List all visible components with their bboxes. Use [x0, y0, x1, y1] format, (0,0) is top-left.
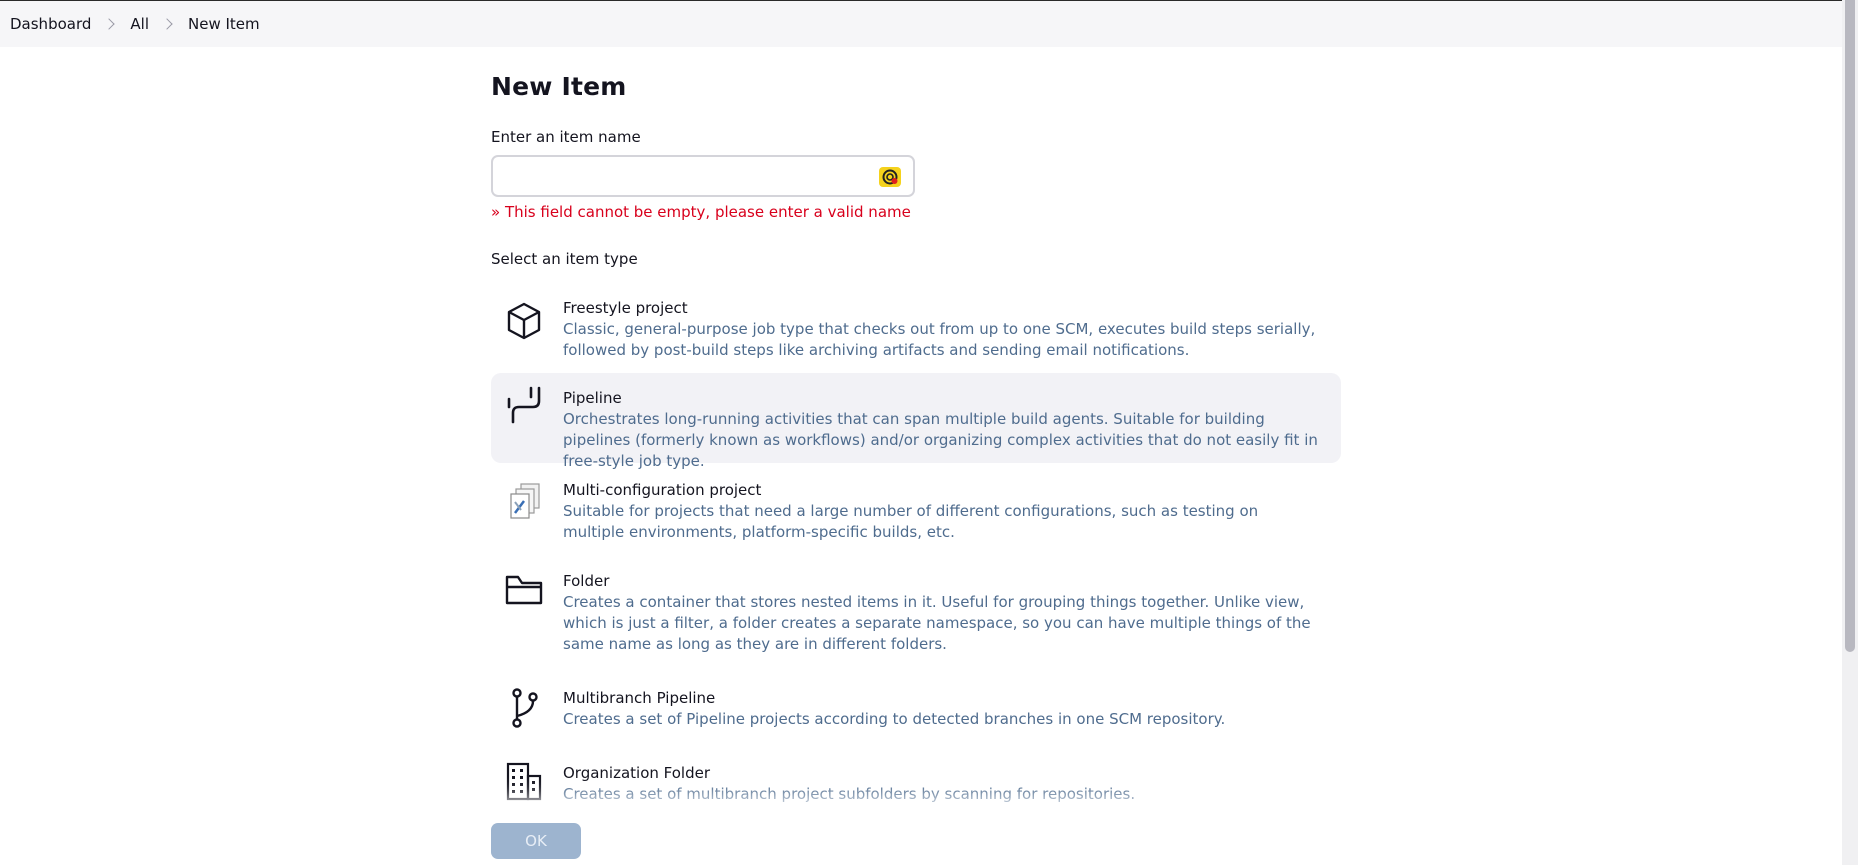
cube-icon — [505, 301, 543, 341]
breadcrumb-new-item[interactable]: New Item — [188, 15, 260, 33]
branch-icon — [505, 688, 543, 728]
top-bar: Dashboard All New Item — [0, 0, 1842, 47]
item-title: Pipeline — [563, 389, 622, 407]
extension-icon[interactable] — [879, 167, 901, 187]
scrollbar[interactable] — [1842, 0, 1858, 865]
breadcrumb-dashboard[interactable]: Dashboard — [10, 15, 91, 33]
item-type-multibranch-pipeline[interactable]: Multibranch Pipeline Creates a set of Pi… — [491, 674, 1341, 744]
item-description: Creates a container that stores nested i… — [563, 593, 1311, 653]
item-name-input[interactable] — [503, 157, 867, 195]
building-icon — [505, 761, 543, 801]
item-type-folder[interactable]: Folder Creates a container that stores n… — [491, 557, 1341, 667]
item-title: Multi-configuration project — [563, 481, 762, 499]
item-description: Orchestrates long-running activities tha… — [563, 410, 1318, 470]
item-description: Classic, general-purpose job type that c… — [563, 320, 1316, 359]
breadcrumb: Dashboard All New Item — [10, 15, 260, 33]
folder-icon — [505, 569, 543, 609]
item-type-pipeline[interactable]: Pipeline Orchestrates long-running activ… — [491, 373, 1341, 470]
page-title: New Item — [491, 72, 627, 101]
chevron-right-icon — [103, 18, 116, 30]
item-title: Organization Folder — [563, 764, 711, 782]
item-type-multi-configuration[interactable]: Multi-configuration project Suitable for… — [491, 466, 1341, 554]
item-type-label: Select an item type — [491, 250, 638, 268]
multi-config-icon — [505, 482, 543, 522]
item-type-organization-folder[interactable]: Organization Folder Creates a set of mul… — [491, 749, 1341, 811]
breadcrumb-all[interactable]: All — [130, 15, 149, 33]
item-title: Folder — [563, 572, 610, 590]
item-title: Multibranch Pipeline — [563, 689, 716, 707]
scrollbar-thumb[interactable] — [1845, 0, 1855, 652]
pipeline-icon — [505, 385, 543, 425]
chevron-right-icon — [161, 18, 173, 30]
name-error-message: » This field cannot be empty, please ent… — [491, 203, 911, 221]
item-description: Creates a set of multibranch project sub… — [563, 785, 1136, 803]
item-name-field[interactable] — [491, 155, 915, 197]
item-title: Freestyle project — [563, 299, 688, 317]
bottom-action-bar: OK — [491, 808, 1361, 865]
ok-button[interactable]: OK — [491, 823, 581, 859]
item-description: Suitable for projects that need a large … — [563, 502, 1259, 541]
item-description: Creates a set of Pipeline projects accor… — [563, 710, 1226, 728]
item-type-freestyle[interactable]: Freestyle project Classic, general-purpo… — [491, 284, 1341, 368]
item-name-label: Enter an item name — [491, 128, 641, 146]
